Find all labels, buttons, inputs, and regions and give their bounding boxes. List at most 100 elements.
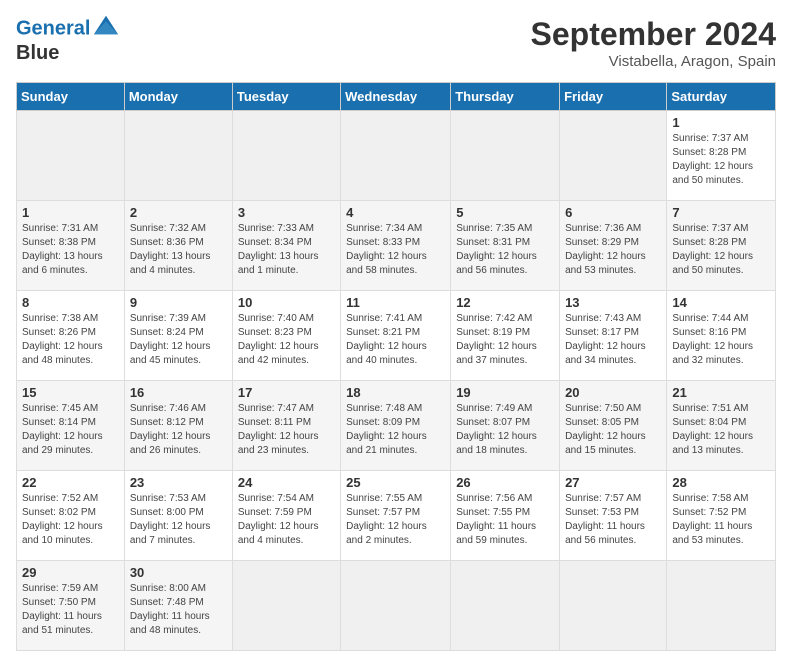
calendar-cell: 16 Sunrise: 7:46 AM Sunset: 8:12 PM Dayl… — [124, 381, 232, 471]
calendar-cell — [232, 561, 340, 651]
day-info: Sunrise: 7:44 AM Sunset: 8:16 PM Dayligh… — [672, 312, 770, 368]
day-number: 2 — [130, 205, 227, 220]
calendar-cell: 12 Sunrise: 7:42 AM Sunset: 8:19 PM Dayl… — [451, 291, 560, 381]
day-number: 18 — [346, 385, 445, 400]
day-info: Sunrise: 7:41 AM Sunset: 8:21 PM Dayligh… — [346, 312, 445, 368]
calendar-cell — [17, 111, 125, 201]
calendar-cell: 13 Sunrise: 7:43 AM Sunset: 8:17 PM Dayl… — [560, 291, 667, 381]
calendar-cell: 1 Sunrise: 7:37 AM Sunset: 8:28 PM Dayli… — [667, 111, 776, 201]
day-number: 28 — [672, 475, 770, 490]
day-number: 22 — [22, 475, 119, 490]
calendar-cell: 5 Sunrise: 7:35 AM Sunset: 8:31 PM Dayli… — [451, 201, 560, 291]
day-number: 14 — [672, 295, 770, 310]
calendar-week-row: 29 Sunrise: 7:59 AM Sunset: 7:50 PM Dayl… — [17, 561, 776, 651]
day-info: Sunrise: 7:57 AM Sunset: 7:53 PM Dayligh… — [565, 492, 661, 548]
calendar-cell: 20 Sunrise: 7:50 AM Sunset: 8:05 PM Dayl… — [560, 381, 667, 471]
calendar-cell — [451, 561, 560, 651]
calendar-cell: 23 Sunrise: 7:53 AM Sunset: 8:00 PM Dayl… — [124, 471, 232, 561]
day-info: Sunrise: 7:34 AM Sunset: 8:33 PM Dayligh… — [346, 222, 445, 278]
calendar-week-row: 1 Sunrise: 7:37 AM Sunset: 8:28 PM Dayli… — [17, 111, 776, 201]
calendar-cell: 2 Sunrise: 7:32 AM Sunset: 8:36 PM Dayli… — [124, 201, 232, 291]
calendar-cell — [232, 111, 340, 201]
day-info: Sunrise: 7:45 AM Sunset: 8:14 PM Dayligh… — [22, 402, 119, 458]
day-info: Sunrise: 7:54 AM Sunset: 7:59 PM Dayligh… — [238, 492, 335, 548]
calendar-cell: 10 Sunrise: 7:40 AM Sunset: 8:23 PM Dayl… — [232, 291, 340, 381]
day-number: 8 — [22, 295, 119, 310]
day-info: Sunrise: 7:51 AM Sunset: 8:04 PM Dayligh… — [672, 402, 770, 458]
day-info: Sunrise: 7:37 AM Sunset: 8:28 PM Dayligh… — [672, 132, 770, 188]
day-number: 1 — [672, 115, 770, 130]
col-sunday: Sunday — [17, 83, 125, 111]
day-info: Sunrise: 7:47 AM Sunset: 8:11 PM Dayligh… — [238, 402, 335, 458]
calendar-table: Sunday Monday Tuesday Wednesday Thursday… — [16, 82, 776, 651]
calendar-cell — [124, 111, 232, 201]
day-info: Sunrise: 7:39 AM Sunset: 8:24 PM Dayligh… — [130, 312, 227, 368]
day-number: 21 — [672, 385, 770, 400]
day-info: Sunrise: 7:48 AM Sunset: 8:09 PM Dayligh… — [346, 402, 445, 458]
day-number: 20 — [565, 385, 661, 400]
calendar-week-row: 22 Sunrise: 7:52 AM Sunset: 8:02 PM Dayl… — [17, 471, 776, 561]
col-thursday: Thursday — [451, 83, 560, 111]
day-info: Sunrise: 7:35 AM Sunset: 8:31 PM Dayligh… — [456, 222, 554, 278]
calendar-cell: 24 Sunrise: 7:54 AM Sunset: 7:59 PM Dayl… — [232, 471, 340, 561]
day-number: 15 — [22, 385, 119, 400]
calendar-cell: 1 Sunrise: 7:31 AM Sunset: 8:38 PM Dayli… — [17, 201, 125, 291]
day-info: Sunrise: 7:38 AM Sunset: 8:26 PM Dayligh… — [22, 312, 119, 368]
calendar-cell: 19 Sunrise: 7:49 AM Sunset: 8:07 PM Dayl… — [451, 381, 560, 471]
day-info: Sunrise: 7:43 AM Sunset: 8:17 PM Dayligh… — [565, 312, 661, 368]
day-info: Sunrise: 7:53 AM Sunset: 8:00 PM Dayligh… — [130, 492, 227, 548]
day-number: 6 — [565, 205, 661, 220]
day-number: 23 — [130, 475, 227, 490]
location-title: Vistabella, Aragon, Spain — [531, 53, 776, 70]
logo: General Blue — [16, 16, 120, 64]
calendar-cell: 14 Sunrise: 7:44 AM Sunset: 8:16 PM Dayl… — [667, 291, 776, 381]
calendar-cell: 30 Sunrise: 8:00 AM Sunset: 7:48 PM Dayl… — [124, 561, 232, 651]
calendar-cell — [667, 561, 776, 651]
day-number: 27 — [565, 475, 661, 490]
day-number: 4 — [346, 205, 445, 220]
calendar-cell: 8 Sunrise: 7:38 AM Sunset: 8:26 PM Dayli… — [17, 291, 125, 381]
col-friday: Friday — [560, 83, 667, 111]
calendar-cell: 15 Sunrise: 7:45 AM Sunset: 8:14 PM Dayl… — [17, 381, 125, 471]
day-info: Sunrise: 7:40 AM Sunset: 8:23 PM Dayligh… — [238, 312, 335, 368]
day-info: Sunrise: 7:33 AM Sunset: 8:34 PM Dayligh… — [238, 222, 335, 278]
col-saturday: Saturday — [667, 83, 776, 111]
col-monday: Monday — [124, 83, 232, 111]
day-number: 29 — [22, 565, 119, 580]
day-info: Sunrise: 7:32 AM Sunset: 8:36 PM Dayligh… — [130, 222, 227, 278]
day-number: 10 — [238, 295, 335, 310]
day-info: Sunrise: 8:00 AM Sunset: 7:48 PM Dayligh… — [130, 582, 227, 638]
day-number: 13 — [565, 295, 661, 310]
day-number: 24 — [238, 475, 335, 490]
col-tuesday: Tuesday — [232, 83, 340, 111]
day-number: 16 — [130, 385, 227, 400]
calendar-cell: 18 Sunrise: 7:48 AM Sunset: 8:09 PM Dayl… — [341, 381, 451, 471]
day-info: Sunrise: 7:56 AM Sunset: 7:55 PM Dayligh… — [456, 492, 554, 548]
calendar-cell: 4 Sunrise: 7:34 AM Sunset: 8:33 PM Dayli… — [341, 201, 451, 291]
calendar-cell — [560, 111, 667, 201]
day-info: Sunrise: 7:50 AM Sunset: 8:05 PM Dayligh… — [565, 402, 661, 458]
calendar-cell: 17 Sunrise: 7:47 AM Sunset: 8:11 PM Dayl… — [232, 381, 340, 471]
day-info: Sunrise: 7:46 AM Sunset: 8:12 PM Dayligh… — [130, 402, 227, 458]
calendar-cell — [341, 561, 451, 651]
calendar-cell — [451, 111, 560, 201]
day-info: Sunrise: 7:59 AM Sunset: 7:50 PM Dayligh… — [22, 582, 119, 638]
calendar-cell — [341, 111, 451, 201]
logo-text: General Blue — [16, 16, 120, 64]
day-info: Sunrise: 7:52 AM Sunset: 8:02 PM Dayligh… — [22, 492, 119, 548]
title-block: September 2024 Vistabella, Aragon, Spain — [531, 16, 776, 70]
calendar-cell: 3 Sunrise: 7:33 AM Sunset: 8:34 PM Dayli… — [232, 201, 340, 291]
day-number: 3 — [238, 205, 335, 220]
calendar-cell: 26 Sunrise: 7:56 AM Sunset: 7:55 PM Dayl… — [451, 471, 560, 561]
calendar-cell: 28 Sunrise: 7:58 AM Sunset: 7:52 PM Dayl… — [667, 471, 776, 561]
day-number: 25 — [346, 475, 445, 490]
calendar-cell: 29 Sunrise: 7:59 AM Sunset: 7:50 PM Dayl… — [17, 561, 125, 651]
day-info: Sunrise: 7:58 AM Sunset: 7:52 PM Dayligh… — [672, 492, 770, 548]
day-number: 9 — [130, 295, 227, 310]
day-number: 11 — [346, 295, 445, 310]
calendar-cell: 7 Sunrise: 7:37 AM Sunset: 8:28 PM Dayli… — [667, 201, 776, 291]
calendar-week-row: 15 Sunrise: 7:45 AM Sunset: 8:14 PM Dayl… — [17, 381, 776, 471]
page-header: General Blue September 2024 Vistabella, … — [16, 16, 776, 70]
calendar-cell: 27 Sunrise: 7:57 AM Sunset: 7:53 PM Dayl… — [560, 471, 667, 561]
calendar-week-row: 1 Sunrise: 7:31 AM Sunset: 8:38 PM Dayli… — [17, 201, 776, 291]
